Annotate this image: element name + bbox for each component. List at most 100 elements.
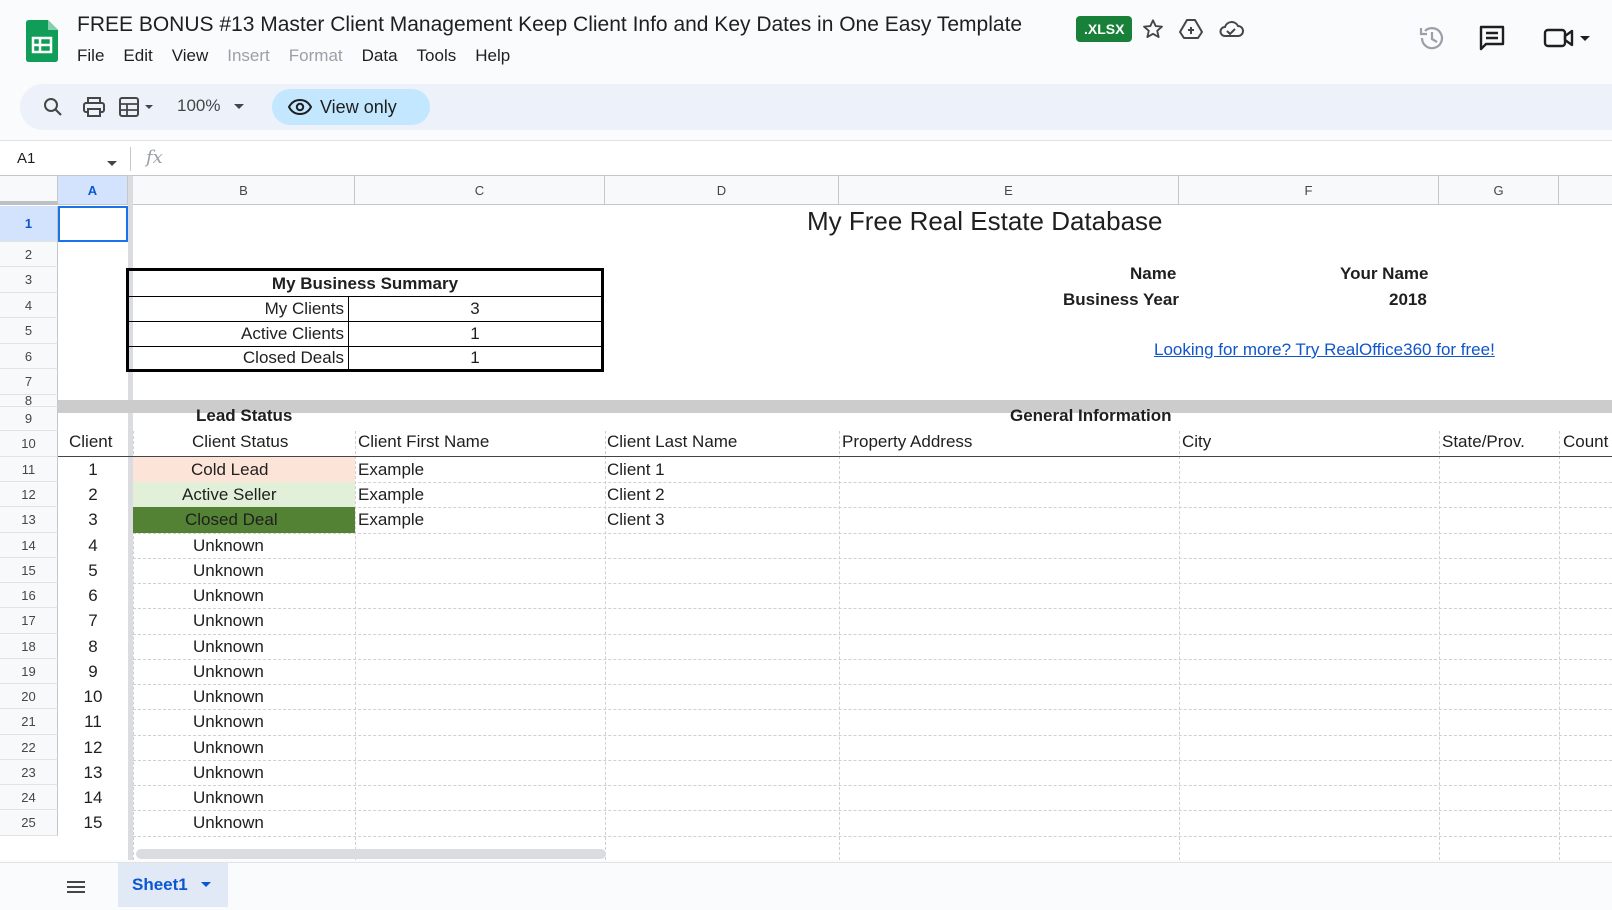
row-header[interactable]: 21 <box>0 709 58 735</box>
row-header[interactable]: 23 <box>0 760 58 785</box>
document-title[interactable]: FREE BONUS #13 Master Client Management … <box>77 13 1022 37</box>
client-number: 13 <box>83 762 103 782</box>
row-header[interactable]: 20 <box>0 684 58 709</box>
col-header-e[interactable]: E <box>839 176 1179 205</box>
star-icon[interactable] <box>1140 16 1166 42</box>
client-number: 1 <box>88 459 98 479</box>
client-status: Active Seller <box>133 482 355 507</box>
menu-view[interactable]: View <box>172 46 218 66</box>
title-bar: FREE BONUS #13 Master Client Management … <box>0 0 1612 78</box>
gridline-vertical <box>355 431 356 860</box>
row-header[interactable]: 1 <box>0 206 58 242</box>
paint-format-dropdown-icon[interactable] <box>117 94 159 120</box>
menu-data[interactable]: Data <box>362 46 407 66</box>
client-status: Unknown <box>193 535 264 555</box>
name-box-chevron-down-icon[interactable] <box>106 155 118 173</box>
row-header[interactable]: 11 <box>0 457 58 482</box>
menu-format[interactable]: Format <box>289 46 352 66</box>
row-header[interactable]: 18 <box>0 634 58 659</box>
row-header[interactable]: 9 <box>0 407 58 431</box>
col-header-a[interactable]: A <box>58 176 128 205</box>
client-last-name: Client 1 <box>607 459 665 479</box>
row-header[interactable]: 24 <box>0 785 58 810</box>
client-status: Unknown <box>193 712 264 731</box>
view-only-button[interactable]: View only <box>272 89 430 125</box>
row-header[interactable]: 16 <box>0 583 58 608</box>
version-history-icon[interactable] <box>1414 20 1450 56</box>
sheet-tab-sheet1[interactable]: Sheet1 <box>118 863 228 907</box>
lead-status-header: Lead Status <box>196 406 293 425</box>
row-header[interactable]: 3 <box>0 267 58 293</box>
row-header[interactable]: 13 <box>0 507 58 533</box>
gridline-vertical <box>605 431 606 860</box>
summary-value: 1 <box>470 324 480 343</box>
client-first-name: Example <box>358 484 425 504</box>
search-icon[interactable] <box>40 94 66 120</box>
cloud-status-icon[interactable] <box>1218 16 1244 42</box>
meet-icon[interactable] <box>1540 20 1596 56</box>
client-status: Unknown <box>193 585 264 605</box>
client-number: 9 <box>88 661 98 681</box>
client-last-name: Client 2 <box>607 484 665 504</box>
client-number: 6 <box>88 585 98 605</box>
menu-tools[interactable]: Tools <box>417 46 466 66</box>
col-header-g[interactable]: G <box>1439 176 1559 205</box>
formula-bar: A1 fx <box>0 140 1612 176</box>
row-header[interactable]: 10 <box>0 431 58 457</box>
row-header[interactable]: 22 <box>0 735 58 760</box>
zoom-select[interactable]: 100% <box>177 96 220 116</box>
sheet-grid[interactable]: A B C D E F G 1 2 3 4 5 6 7 8 9 10 11 12 13 14 15 16 17 1… <box>0 176 1612 860</box>
horizontal-scrollbar[interactable] <box>136 849 606 859</box>
zoom-chevron-down-icon[interactable] <box>231 94 247 120</box>
client-number: 2 <box>88 484 98 504</box>
sheet-tab-chevron-down-icon[interactable] <box>200 881 212 889</box>
menu-bar: File Edit View Insert Format Data Tools … <box>77 46 529 66</box>
col-header-b[interactable]: B <box>133 176 355 205</box>
row-header[interactable]: 19 <box>0 659 58 684</box>
summary-label: Closed Deals <box>129 347 349 369</box>
menu-file[interactable]: File <box>77 46 113 66</box>
eye-icon <box>288 99 312 115</box>
row-header[interactable]: 7 <box>0 369 58 395</box>
formula-input[interactable] <box>180 141 1612 175</box>
name-box[interactable]: A1 <box>17 150 35 167</box>
menu-help[interactable]: Help <box>475 46 519 66</box>
row-header[interactable]: 14 <box>0 533 58 558</box>
summary-value: 1 <box>470 348 480 367</box>
general-info-header: General Information <box>1010 406 1172 425</box>
client-status: Unknown <box>193 787 264 807</box>
gridline-vertical <box>839 431 840 860</box>
client-status: Unknown <box>193 636 264 656</box>
row-header[interactable]: 4 <box>0 293 58 318</box>
summary-label: Active Clients <box>129 322 349 346</box>
comments-icon[interactable] <box>1474 20 1510 56</box>
col-header-f[interactable]: F <box>1179 176 1439 205</box>
client-status: Cold Lead <box>133 457 355 482</box>
col-header-h[interactable] <box>1559 176 1612 205</box>
menu-insert[interactable]: Insert <box>227 46 279 66</box>
row-header[interactable]: 15 <box>0 558 58 583</box>
row-header[interactable]: 2 <box>0 242 58 267</box>
selected-cell-a1[interactable] <box>58 206 128 242</box>
row-header[interactable]: 5 <box>0 318 58 344</box>
client-first-name: Example <box>358 459 425 479</box>
select-all-corner[interactable] <box>0 176 58 205</box>
sheets-logo-icon[interactable] <box>26 20 58 62</box>
move-to-drive-icon[interactable] <box>1178 16 1204 42</box>
col-header-d[interactable]: D <box>605 176 839 205</box>
client-status: Unknown <box>193 560 264 580</box>
client-status: Unknown <box>193 686 264 706</box>
menu-edit[interactable]: Edit <box>123 46 161 66</box>
file-type-badge: .XLSX <box>1076 16 1133 42</box>
col-header-c[interactable]: C <box>355 176 605 205</box>
summary-header: My Business Summary <box>129 271 601 297</box>
row-header[interactable]: 12 <box>0 482 58 507</box>
realoffice-link[interactable]: Looking for more? Try RealOffice360 for … <box>1154 340 1495 360</box>
print-icon[interactable] <box>81 94 107 120</box>
row-header[interactable]: 17 <box>0 608 58 634</box>
row-header[interactable]: 25 <box>0 810 58 836</box>
row-header[interactable]: 8 <box>0 393 58 408</box>
client-status: Unknown <box>193 661 264 681</box>
all-sheets-menu-icon[interactable] <box>64 875 88 899</box>
row-header[interactable]: 6 <box>0 344 58 369</box>
